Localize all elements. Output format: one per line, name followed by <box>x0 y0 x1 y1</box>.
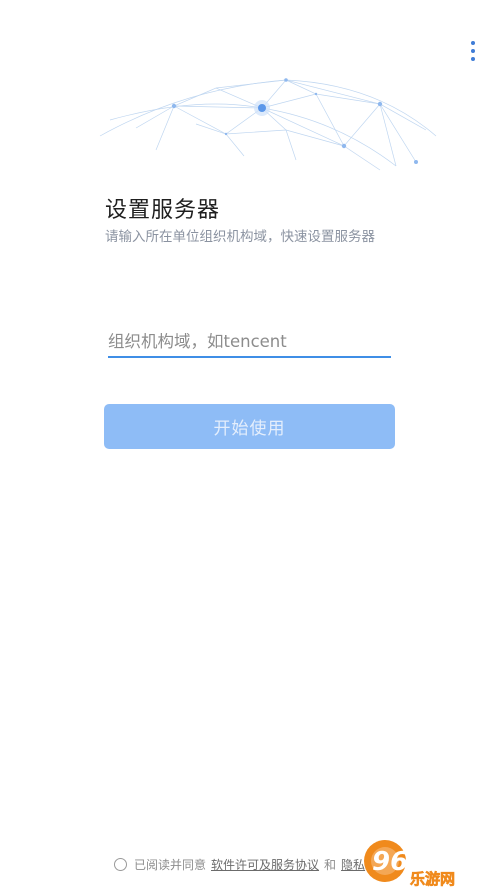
more-vertical-icon-dot <box>471 49 475 53</box>
watermark-caption: 乐游网 <box>410 870 455 887</box>
more-vertical-icon-dot <box>471 57 475 61</box>
agreement-and-text: 和 <box>324 857 337 872</box>
agreement-row: 已阅读并同意 软件许可及服务协议 和 隐私 <box>114 855 370 873</box>
site-watermark-logo: 962.NET 乐游网 <box>364 840 496 887</box>
setup-server-screen: 设置服务器 请输入所在单位组织机构域，快速设置服务器 开始使用 已阅读并同意 软… <box>0 0 499 887</box>
more-options-button[interactable] <box>462 38 486 66</box>
network-globe-illustration <box>99 78 437 171</box>
agreement-prefix-text: 已阅读并同意 <box>134 857 207 872</box>
agreement-checkbox[interactable] <box>114 857 127 871</box>
more-vertical-icon <box>471 41 475 45</box>
start-using-button[interactable]: 开始使用 <box>104 404 395 449</box>
license-agreement-link[interactable]: 软件许可及服务协议 <box>211 856 319 873</box>
page-subtitle: 请输入所在单位组织机构域，快速设置服务器 <box>105 229 375 245</box>
organization-domain-input[interactable] <box>108 326 391 358</box>
page-title: 设置服务器 <box>105 198 221 223</box>
